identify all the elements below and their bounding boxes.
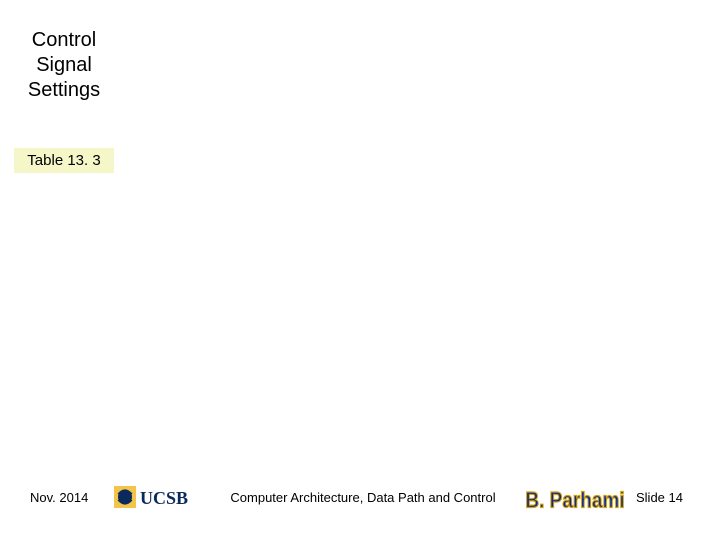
- author-name-logo: B. Parhami: [520, 482, 630, 512]
- slide-number: Slide 14: [636, 490, 706, 505]
- table-caption: Table 13. 3: [14, 148, 114, 173]
- ucsb-logo: UCSB: [114, 482, 196, 512]
- title-line-2: Signal: [14, 53, 114, 78]
- title-line-1: Control: [14, 28, 114, 53]
- footer-date: Nov. 2014: [30, 490, 110, 505]
- footer-course-title: Computer Architecture, Data Path and Con…: [196, 490, 520, 505]
- slide-title: Control Signal Settings: [14, 28, 114, 103]
- svg-text:UCSB: UCSB: [140, 488, 188, 508]
- title-line-3: Settings: [14, 78, 114, 103]
- slide-footer: Nov. 2014 UCSB Computer Architecture, Da…: [0, 472, 720, 522]
- svg-text:B. Parhami: B. Parhami: [525, 488, 624, 512]
